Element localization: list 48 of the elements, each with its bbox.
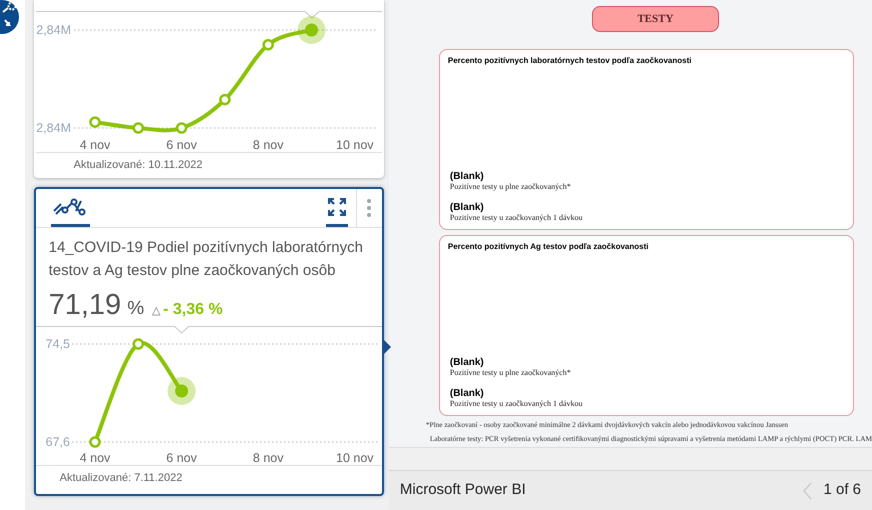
kpi-unit: % — [127, 297, 144, 321]
axis-label: 8 nov — [252, 138, 284, 152]
axis-label: 6 nov — [166, 138, 196, 152]
legend-value: (Blank) — [448, 388, 485, 399]
legend-label: Pozitívne testy u zaočkovaných 1 dávkou — [448, 399, 584, 409]
data-point[interactable] — [132, 338, 144, 350]
highlighted-point[interactable] — [297, 16, 326, 44]
axis-label: 6 nov — [166, 451, 196, 465]
delta-icon: △ — [152, 303, 160, 320]
more-icon — [367, 199, 372, 217]
panel-title: Percento pozitívnych Ag testov podľa zaočkovanosti — [448, 241, 650, 253]
data-point[interactable] — [218, 94, 230, 106]
chart-icon — [53, 198, 88, 216]
axis-label: 8 nov — [252, 451, 284, 465]
axis-label: 10 nov — [336, 138, 374, 152]
legend-label: Pozitívne testy u plne zaočkovaných* — [448, 182, 572, 192]
data-point[interactable] — [175, 122, 187, 134]
data-point[interactable] — [132, 122, 144, 134]
update-date: Aktualizované: 10.11.2022 — [74, 158, 202, 174]
axis-label: 4 nov — [79, 138, 110, 152]
axis-label: 2,84M — [36, 121, 71, 135]
page-indicator: 1 of 6 — [823, 480, 861, 500]
kpi-value: 71,19 — [48, 288, 122, 323]
section-button[interactable]: TESTY — [592, 6, 719, 32]
app-name: Microsoft Power BI — [400, 480, 526, 500]
chevron-left-icon — [802, 482, 812, 500]
axis-label: 2,84M — [36, 23, 71, 37]
axis-label: 74,5 — [45, 337, 70, 351]
expand-icon — [328, 198, 346, 216]
axis-label: 10 nov — [336, 451, 374, 465]
gear-icon[interactable] — [0, 0, 20, 34]
data-point[interactable] — [88, 116, 100, 128]
legend-label: Pozitívne testy u plne zaočkovaných* — [448, 368, 572, 378]
panel-title: Percento pozitívnych laboratórnych testov podľa zaočkovanosti — [448, 55, 692, 67]
chart-card[interactable]: 2,84M 2,84M 4 nov 6 nov 8 nov 10 nov Aktualizované: 10.11.2022 — [34, 0, 384, 178]
data-point[interactable] — [262, 38, 274, 50]
update-date: Aktualizované: 7.11.2022 — [60, 470, 182, 486]
legend-value: (Blank) — [448, 171, 485, 182]
legend-label: Pozitívne testy u zaočkovaných 1 dávkou — [448, 213, 584, 223]
axis-label: 67,6 — [45, 435, 70, 449]
selection-pointer — [382, 339, 391, 355]
highlighted-point[interactable] — [167, 377, 196, 405]
kpi-delta: - 3,36 % — [163, 300, 223, 320]
legend-value: (Blank) — [448, 202, 485, 213]
card-title: 14_COVID-19 Podiel pozitívnych laboratórnych testov a Ag testov plne zaočkovaných osôb — [48, 238, 364, 281]
axis-label: 4 nov — [79, 451, 110, 465]
data-point[interactable] — [88, 436, 100, 448]
legend-value: (Blank) — [448, 357, 485, 368]
